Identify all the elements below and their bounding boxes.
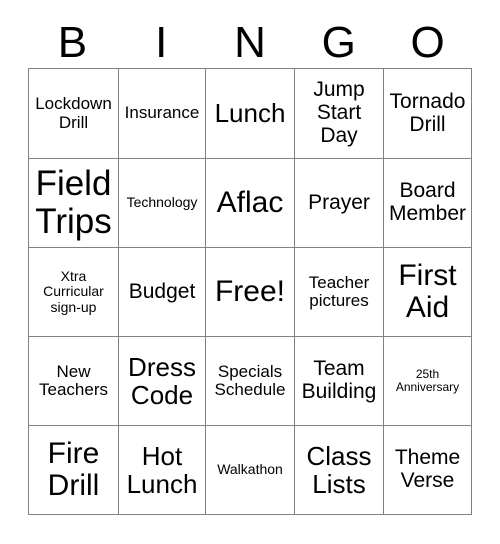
bingo-cell-label: Specials Schedule bbox=[214, 361, 286, 399]
bingo-cell-label: Team Building bbox=[301, 357, 377, 403]
bingo-cell[interactable]: Lockdown Drill bbox=[29, 69, 119, 159]
bingo-cell[interactable]: Theme Verse bbox=[384, 426, 472, 515]
bingo-cell[interactable]: Aflac bbox=[206, 159, 295, 248]
bingo-cell-label: Walkathon bbox=[217, 461, 283, 478]
bingo-cell-label: Lockdown Drill bbox=[35, 94, 112, 132]
bingo-cell[interactable]: 25th Anniversary bbox=[384, 337, 472, 426]
bingo-cell[interactable]: Team Building bbox=[295, 337, 384, 426]
bingo-cell-label: Teacher pictures bbox=[308, 272, 370, 310]
bingo-cell[interactable]: Tornado Drill bbox=[384, 69, 472, 159]
bingo-cell[interactable]: Insurance bbox=[119, 69, 206, 159]
bingo-card: B I N G O Lockdown Drill Insurance Lunch… bbox=[0, 0, 500, 544]
bingo-cell[interactable]: Technology bbox=[119, 159, 206, 248]
bingo-cell[interactable]: Lunch bbox=[206, 69, 295, 159]
bingo-cell[interactable]: Hot Lunch bbox=[119, 426, 206, 515]
bingo-cell-label: First Aid bbox=[398, 258, 457, 324]
bingo-cell-label: Xtra Curricular sign-up bbox=[43, 268, 104, 315]
bingo-cell-label: Prayer bbox=[308, 190, 370, 214]
bingo-cell[interactable]: Walkathon bbox=[206, 426, 295, 515]
bingo-cell-label: New Teachers bbox=[39, 361, 108, 399]
bingo-cell-label: Lunch bbox=[214, 98, 286, 129]
bingo-cell[interactable]: Board Member bbox=[384, 159, 472, 248]
bingo-cell-label: 25th Anniversary bbox=[395, 367, 460, 394]
bingo-header-letter-b: B bbox=[57, 18, 88, 67]
bingo-cell[interactable]: Fire Drill bbox=[29, 426, 119, 515]
bingo-cell[interactable]: Field Trips bbox=[29, 159, 119, 248]
bingo-cell-label: Budget bbox=[128, 279, 196, 303]
bingo-cell-label: Hot Lunch bbox=[126, 440, 198, 499]
bingo-cell[interactable]: First Aid bbox=[384, 248, 472, 337]
bingo-header-letter-g: G bbox=[321, 18, 356, 67]
bingo-cell[interactable]: Class Lists bbox=[295, 426, 384, 515]
bingo-cell-label: Class Lists bbox=[306, 440, 372, 499]
bingo-cell-label: Dress Code bbox=[128, 351, 196, 410]
bingo-header-letter-i: I bbox=[155, 18, 168, 67]
bingo-cell[interactable]: Prayer bbox=[295, 159, 384, 248]
bingo-cell-label: Technology bbox=[126, 194, 198, 211]
bingo-cell-label: Insurance bbox=[124, 103, 200, 123]
bingo-cell[interactable]: Dress Code bbox=[119, 337, 206, 426]
bingo-cell-label: Free! bbox=[214, 274, 286, 308]
bingo-header-row: B I N G O bbox=[28, 18, 472, 68]
bingo-cell-free[interactable]: Free! bbox=[206, 248, 295, 337]
bingo-cell-label: Jump Start Day bbox=[313, 78, 365, 147]
bingo-cell[interactable]: Teacher pictures bbox=[295, 248, 384, 337]
bingo-header-letter-n: N bbox=[234, 18, 266, 67]
bingo-cell[interactable]: Jump Start Day bbox=[295, 69, 384, 159]
bingo-cell[interactable]: Specials Schedule bbox=[206, 337, 295, 426]
bingo-cell-label: Field Trips bbox=[35, 164, 112, 241]
bingo-cell-label: Theme Verse bbox=[394, 446, 461, 492]
bingo-cell-label: Tornado Drill bbox=[389, 89, 466, 136]
bingo-header-letter-o: O bbox=[410, 18, 445, 67]
bingo-cell-label: Board Member bbox=[388, 179, 467, 225]
bingo-grid: Lockdown Drill Insurance Lunch Jump Star… bbox=[28, 68, 472, 515]
bingo-cell-label: Aflac bbox=[216, 185, 284, 219]
bingo-cell[interactable]: Xtra Curricular sign-up bbox=[29, 248, 119, 337]
bingo-cell[interactable]: Budget bbox=[119, 248, 206, 337]
bingo-cell[interactable]: New Teachers bbox=[29, 337, 119, 426]
bingo-cell-label: Fire Drill bbox=[47, 436, 100, 502]
